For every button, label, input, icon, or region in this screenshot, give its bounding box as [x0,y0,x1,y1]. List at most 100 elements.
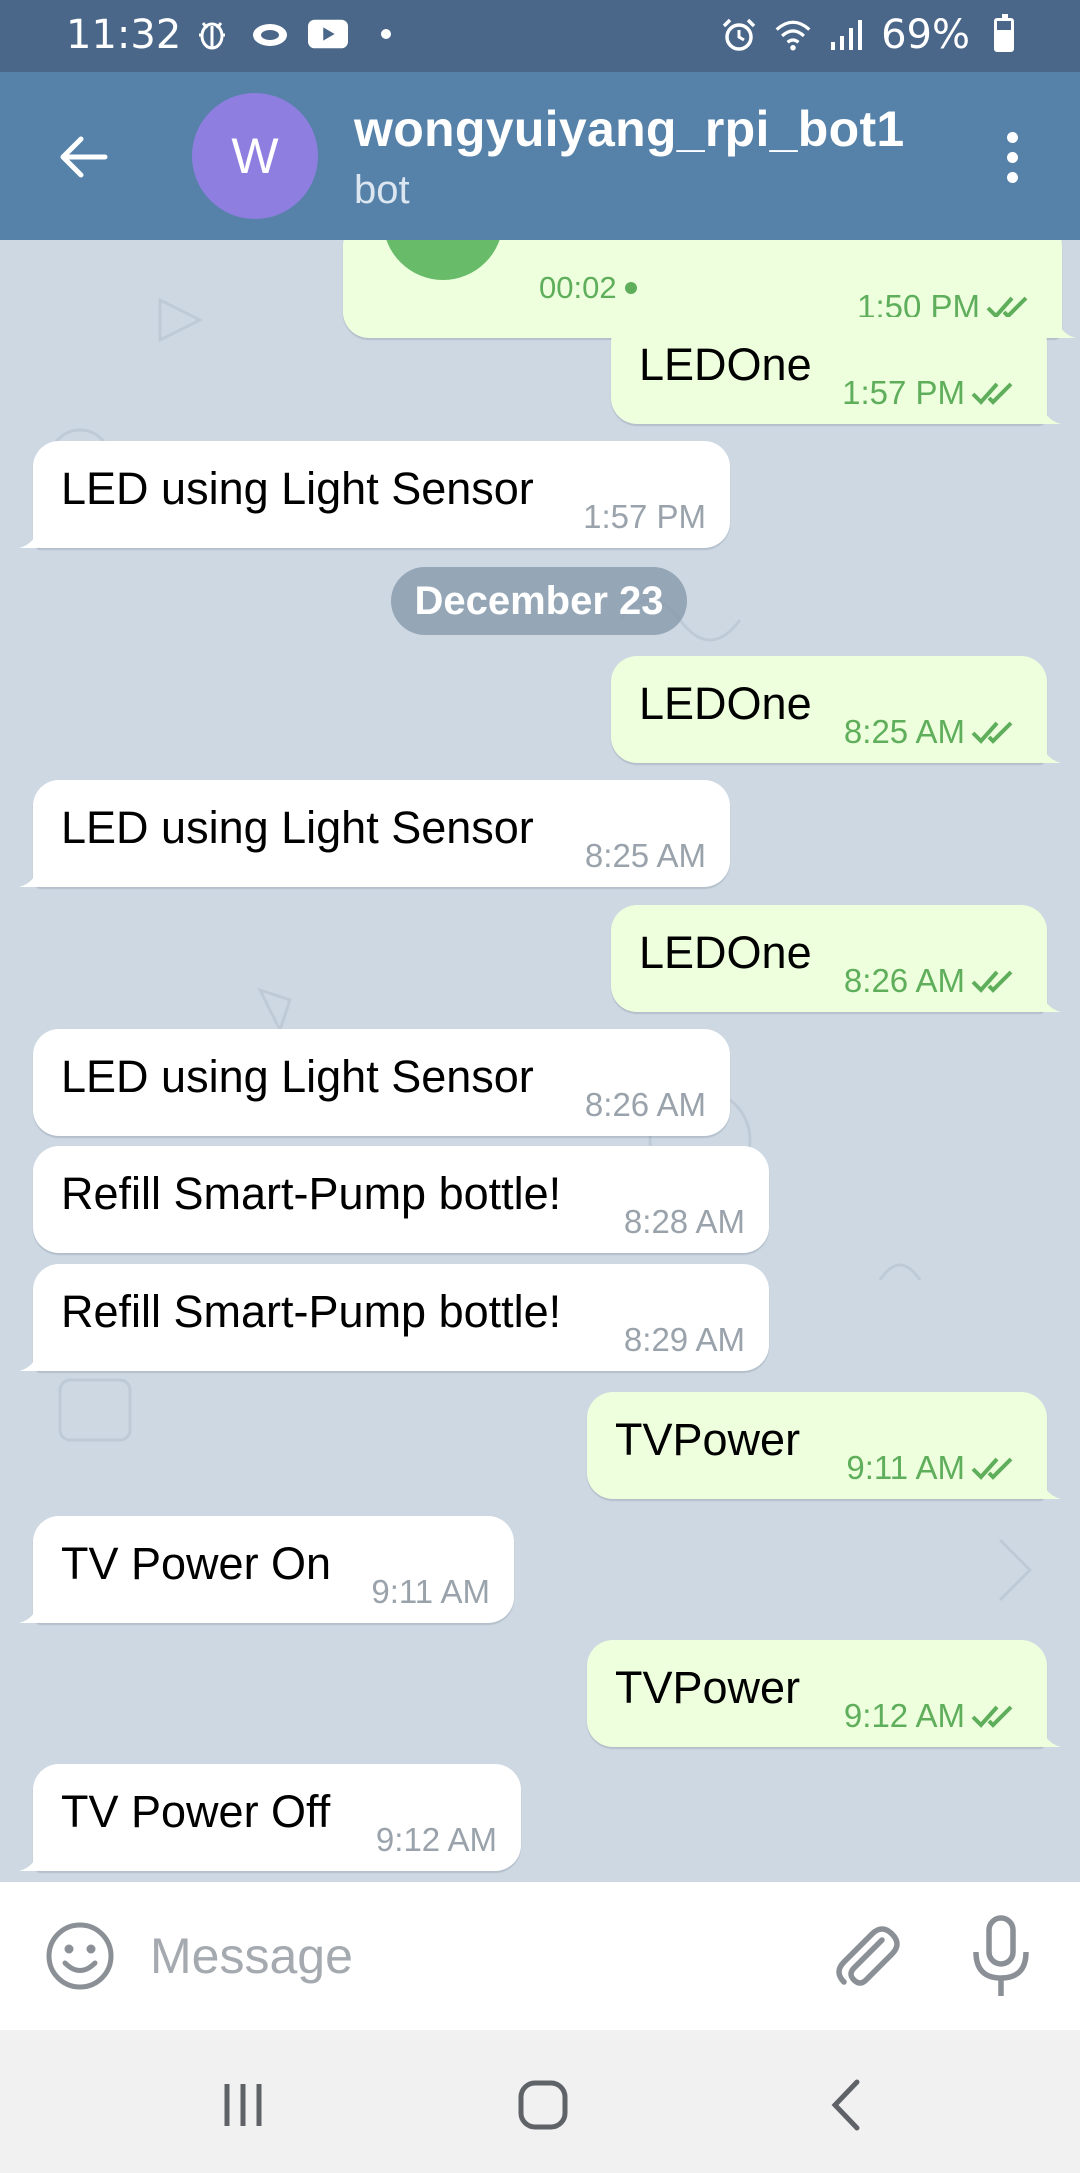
message-bubble-outgoing[interactable]: TVPower 9:12 AM [587,1640,1061,1747]
message-time: 8:26 AM [584,1086,706,1123]
paperclip-icon [836,1926,900,1986]
message-time: 8:26 AM [843,962,965,999]
bubble-tail [19,865,39,887]
back-nav-button[interactable] [812,2070,882,2140]
back-arrow-icon [60,136,108,178]
bubble-tail [19,1849,39,1871]
system-icons: 69% [719,12,1024,58]
message-meta: 9:11 AM [371,1573,490,1611]
message-text: LED using Light Sensor [61,802,534,853]
message-text: Refill Smart-Pump bottle! [61,1168,562,1219]
bubble-tail [19,1601,39,1623]
emoji-icon [46,1922,114,1990]
bubble-tail [1041,402,1061,424]
message-meta: 8:28 AM [624,1203,745,1241]
message-time: 9:12 AM [843,1697,965,1734]
home-button[interactable] [508,2070,578,2140]
message-bubble-incoming[interactable]: TV Power On 9:11 AM [19,1516,514,1623]
notification-icons [192,14,406,54]
double-check-icon [971,382,1013,405]
message-meta: 8:29 AM [624,1321,745,1359]
alarm-icon [719,15,759,55]
message-meta: 9:11 AM [846,1449,1023,1487]
message-bubble-incoming[interactable]: Refill Smart-Pump bottle! 8:29 AM [19,1264,769,1371]
home-icon [518,2080,568,2130]
message-time: 9:11 AM [846,1449,965,1486]
message-text: Refill Smart-Pump bottle! [61,1286,562,1337]
double-check-icon [971,721,1013,744]
message-text: LEDOne [639,678,812,729]
message-bubble-outgoing[interactable]: LEDOne 8:26 AM [611,905,1061,1012]
message-meta: 8:25 AM [585,837,706,875]
dot-icon [366,14,406,54]
more-options-button[interactable] [992,122,1032,192]
message-meta: 8:26 AM [585,1086,706,1124]
message-time: 8:28 AM [623,1203,745,1240]
double-check-icon [971,1457,1013,1480]
avatar-letter: W [231,128,279,184]
message-meta: 9:12 AM [376,1821,497,1859]
double-check-icon [971,970,1013,993]
mic-button[interactable] [966,1914,1036,2000]
unplayed-dot-icon [624,282,637,294]
attach-button[interactable] [826,1918,906,1998]
menu-dot [1006,151,1018,163]
back-chevron-icon [831,2079,860,2131]
emoji-button[interactable] [44,1920,116,1992]
chat-header: W wongyuiyang_rpi_bot1 bot [0,72,1080,240]
message-time: 1:57 PM [583,498,706,535]
message-text: LEDOne [639,339,812,390]
message-text: TVPower [615,1662,801,1713]
message-bubble-outgoing[interactable]: TVPower 9:11 AM [587,1392,1061,1499]
message-meta: 8:25 AM [844,713,1023,751]
message-bubble-outgoing[interactable]: LEDOne 1:57 PM [611,317,1061,424]
menu-dot [1006,131,1018,143]
message-text: TV Power On [61,1538,332,1589]
avatar[interactable]: W [192,93,318,219]
wifi-icon [773,15,813,55]
message-meta: 1:57 PM [842,374,1023,412]
bubble-tail [1041,1725,1061,1747]
chat-subtitle: bot [354,168,410,212]
bubble-tail [1056,316,1076,338]
youtube-icon [308,14,348,54]
signal-icon [827,15,867,55]
menu-dot [1006,171,1018,183]
recent-apps-button[interactable] [208,2070,278,2140]
message-bubble-incoming[interactable]: LED using Light Sensor 8:25 AM [19,780,730,887]
date-separator: December 23 [391,567,687,635]
bubble-tail [19,526,39,548]
message-meta: 8:26 AM [844,962,1023,1000]
microphone-icon [973,1915,1029,1996]
message-time: 8:25 AM [843,713,965,750]
bug-icon [192,14,232,54]
battery-icon [984,14,1024,55]
message-bubble-incoming[interactable]: Refill Smart-Pump bottle! 8:28 AM [33,1146,769,1253]
recents-icon [224,2084,262,2126]
cloud-icon [250,14,290,54]
message-time: 9:12 AM [375,1821,497,1858]
message-meta: 9:12 AM [844,1697,1023,1735]
message-text: LED using Light Sensor [61,1051,534,1102]
voice-duration: 00:02 [539,270,617,305]
bubble-tail [19,1349,39,1371]
battery-percent: 69% [881,12,970,58]
status-bar: 11:32 69% [0,0,1080,72]
message-meta: 1:57 PM [583,498,706,536]
chat-title[interactable]: wongyuiyang_rpi_bot1 [354,100,905,158]
message-time: 8:29 AM [623,1321,745,1358]
message-bubble-incoming[interactable]: TV Power Off 9:12 AM [19,1764,521,1871]
message-text: TVPower [615,1414,801,1465]
message-list[interactable]: 00:02 1:50 PM LEDOne 1:57 PM LED using L… [0,240,1080,1882]
back-button[interactable] [48,122,118,192]
message-bubble-incoming[interactable]: LED using Light Sensor 8:26 AM [33,1029,730,1136]
voice-play-icon[interactable] [383,240,503,280]
message-text: LED using Light Sensor [61,463,534,514]
message-time: 1:57 PM [842,374,965,411]
message-input-bar [0,1882,1080,2030]
message-bubble-incoming[interactable]: LED using Light Sensor 1:57 PM [19,441,730,548]
message-text: TV Power Off [61,1786,331,1837]
message-input[interactable] [150,1920,790,1992]
status-time: 11:32 [66,12,182,58]
message-bubble-outgoing[interactable]: LEDOne 8:25 AM [611,656,1061,763]
